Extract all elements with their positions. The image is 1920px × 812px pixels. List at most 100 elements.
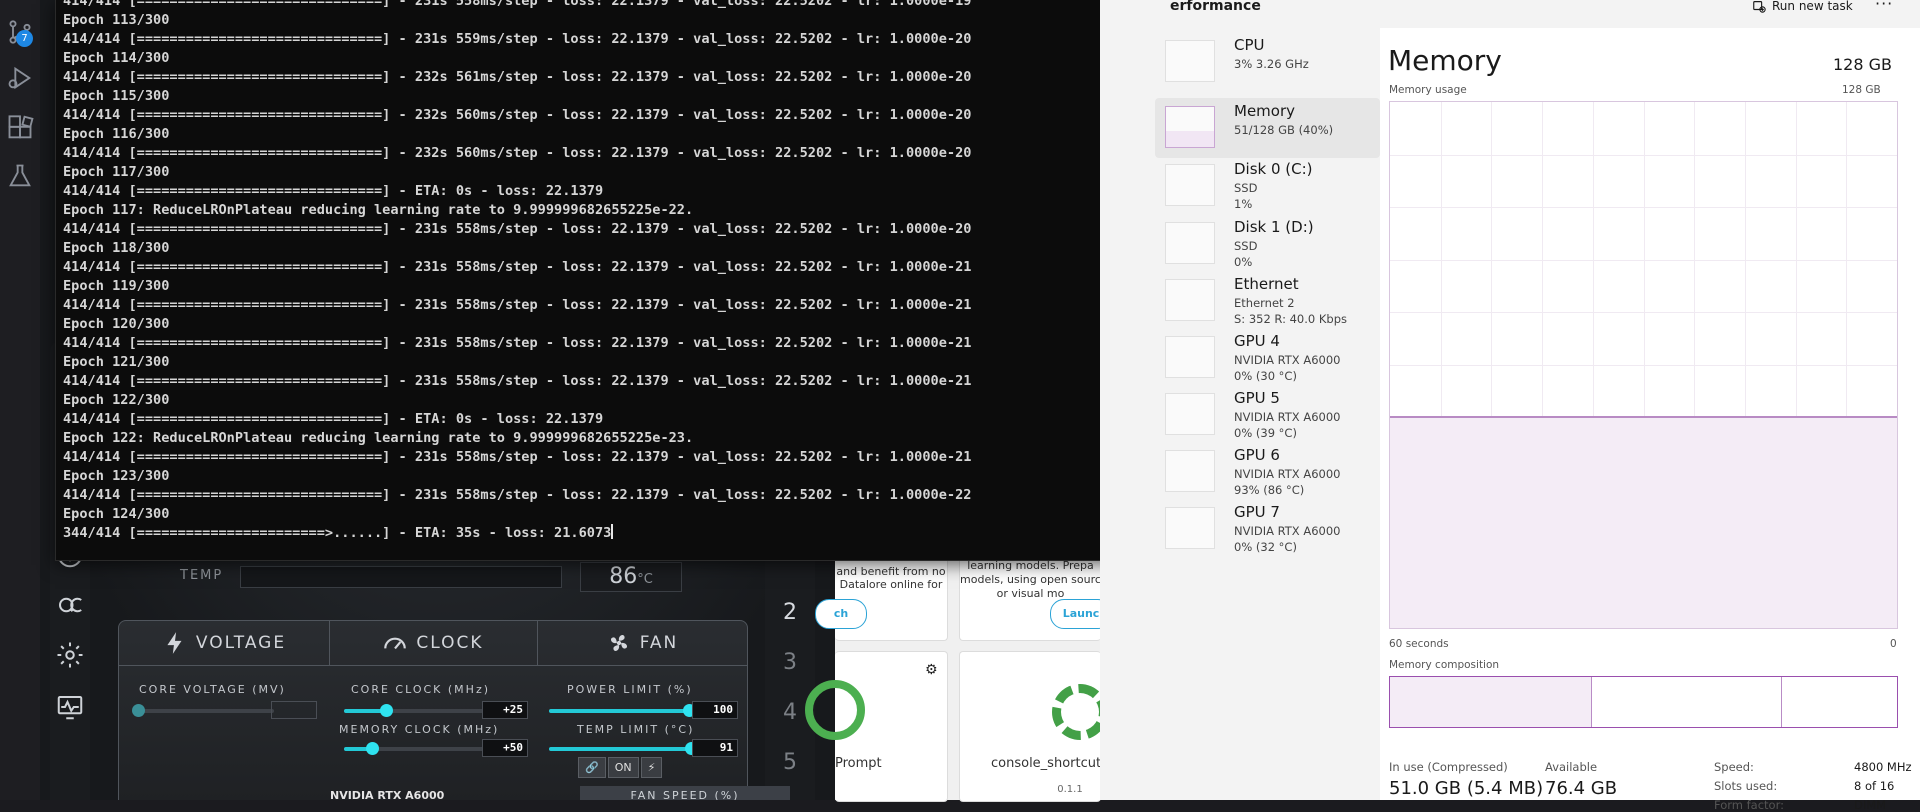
power-limit-slider[interactable] [549,704,699,717]
terminal-line: 414/414 [==============================]… [63,297,972,313]
memory-clock-value[interactable]: +50 [482,739,528,757]
settings-gear-icon[interactable] [55,640,85,670]
run-debug-icon[interactable] [6,64,34,92]
core-clock-value[interactable]: +25 [482,701,528,719]
core-voltage-slider[interactable] [132,704,274,717]
perf-item-gpu-6[interactable]: GPU 6 NVIDIA RTX A6000 93% (86 °C) [1155,442,1380,502]
terminal-line: Epoch 117: ReduceLROnPlateau reducing le… [63,202,694,218]
clock-title: CLOCK [416,633,484,653]
terminal-line: 414/414 [==============================]… [63,335,972,351]
fan-section-header: FAN [537,621,747,666]
in-use-label: In use (Compressed) [1389,760,1508,774]
available-value: 76.4 GB [1545,778,1618,799]
perf-item-memory[interactable]: Memory 51/128 GB (40%) [1155,98,1380,158]
memory-detail-pane: Memory 128 GB Memory usage 128 GB 60 sec… [1380,28,1920,812]
terminal-line: 414/414 [==============================]… [63,69,972,85]
core-voltage-label: CORE VOLTAGE (MV) [139,683,286,696]
temp-readout: 86°C [580,562,682,592]
perf-item-name: GPU 4 [1234,332,1280,350]
perf-item-gpu-4[interactable]: GPU 4 NVIDIA RTX A6000 0% (30 °C) [1155,328,1380,388]
oc-scanner-icon[interactable] [55,590,85,620]
perf-item-thumbnail [1165,507,1215,549]
toggle-on-button[interactable]: ON [607,757,639,778]
core-voltage-value-box[interactable] [271,701,317,719]
prompt-app-card[interactable]: ⚙ Prompt [805,651,948,802]
page-title: erformance [1170,0,1261,14]
fan-speed-label: FAN SPEED (%) [580,786,790,800]
perf-item-name: GPU 7 [1234,503,1280,521]
launcher-card-2: learning models. Prepa models, using ope… [959,555,1112,641]
launcher-card-1: and benefit from no Datalore online for … [815,555,948,641]
launcher-window: and benefit from no Datalore online for … [805,555,1112,802]
terminal-line: 414/414 [==============================]… [63,221,972,237]
extensions-icon[interactable] [6,114,34,142]
perf-item-detail: NVIDIA RTX A6000 93% (86 °C) [1234,467,1341,497]
temp-limit-value[interactable]: 91 [692,739,738,757]
memory-usage-graph [1389,101,1898,629]
monitor-icon[interactable] [55,692,85,722]
temp-bar [240,566,562,588]
terminal-window[interactable]: 414/414 [==============================]… [55,0,1177,561]
slots-label: Slots used: [1714,779,1778,793]
perf-item-thumbnail [1165,164,1215,206]
memory-clock-knob[interactable] [366,742,379,755]
in-use-value: 51.0 GB (5.4 MB) [1389,778,1544,799]
perf-item-thumbnail [1165,279,1215,321]
temp-value: 86 [609,564,638,589]
profile-5-button[interactable]: 5 [765,750,815,775]
perf-item-detail: Ethernet 2 S: 352 R: 40.0 Kbps [1234,296,1347,326]
terminal-line: Epoch 114/300 [63,50,170,66]
power-limit-value[interactable]: 100 [692,701,738,719]
perf-item-thumbnail [1165,450,1215,492]
terminal-line: Epoch 115/300 [63,88,170,104]
lightning-icon [167,632,182,654]
terminal-line: 414/414 [==============================]… [63,449,972,465]
perf-item-disk-1-d[interactable]: Disk 1 (D:) SSD 0% [1155,214,1380,274]
terminal-line: 344/414 [=======================>......]… [63,524,614,541]
perf-item-name: Ethernet [1234,275,1299,293]
composition-modified [1591,677,1782,727]
console-shortcut-version: 0.1.1 [1057,784,1083,795]
console-shortcut-card[interactable]: console_shortcut 0.1.1 [959,651,1108,802]
terminal-cursor [611,524,614,539]
temp-unit: °C [637,572,653,587]
profile-3-button[interactable]: 3 [765,650,815,675]
available-label: Available [1545,760,1598,774]
core-clock-label: CORE CLOCK (MHz) [351,683,491,696]
perf-item-name: Memory [1234,102,1296,120]
launch-button-1[interactable]: ch [815,599,867,629]
terminal-line: Epoch 116/300 [63,126,170,142]
prompt-app-name: Prompt [835,756,882,771]
terminal-line: Epoch 118/300 [63,240,170,256]
memory-total: 128 GB [1833,55,1892,74]
temp-label: TEMP [180,568,224,583]
profile-2-button[interactable]: 2 [765,600,815,625]
run-new-task-button[interactable]: Run new task [1752,0,1853,13]
perf-item-gpu-5[interactable]: GPU 5 NVIDIA RTX A6000 0% (39 °C) [1155,385,1380,445]
temp-limit-slider[interactable] [549,742,699,755]
core-clock-slider[interactable] [344,704,494,717]
composition-standby [1781,677,1896,727]
slots-value: 8 of 16 [1854,779,1895,793]
perf-item-cpu[interactable]: CPU 3% 3.26 GHz [1155,32,1380,92]
settings-gear-icon[interactable]: ⚙ [925,662,938,678]
auto-lightning-icon[interactable]: ⚡ [640,757,663,778]
terminal-line: 414/414 [==============================]… [63,183,604,199]
core-clock-knob[interactable] [380,704,393,717]
perf-item-disk-0-c[interactable]: Disk 0 (C:) SSD 1% [1155,156,1380,216]
terminal-line: Epoch 123/300 [63,468,170,484]
testing-flask-icon[interactable] [6,162,34,190]
perf-item-gpu-7[interactable]: GPU 7 NVIDIA RTX A6000 0% (32 °C) [1155,499,1380,559]
terminal-line: 414/414 [==============================]… [63,31,972,47]
memory-usage-max: 128 GB [1842,84,1881,96]
memory-clock-slider[interactable] [344,742,494,755]
core-voltage-knob[interactable] [132,704,145,717]
voltage-section-header: VOLTAGE [119,621,330,666]
perf-item-name: CPU [1234,36,1265,54]
memory-composition-bar [1389,676,1898,728]
perf-item-ethernet[interactable]: Ethernet Ethernet 2 S: 352 R: 40.0 Kbps [1155,271,1380,331]
terminal-line: 414/414 [==============================]… [63,0,972,9]
more-options-icon[interactable]: ··· [1875,0,1893,13]
terminal-line: 414/414 [==============================]… [63,259,972,275]
link-icon[interactable]: 🔗 [578,757,606,778]
